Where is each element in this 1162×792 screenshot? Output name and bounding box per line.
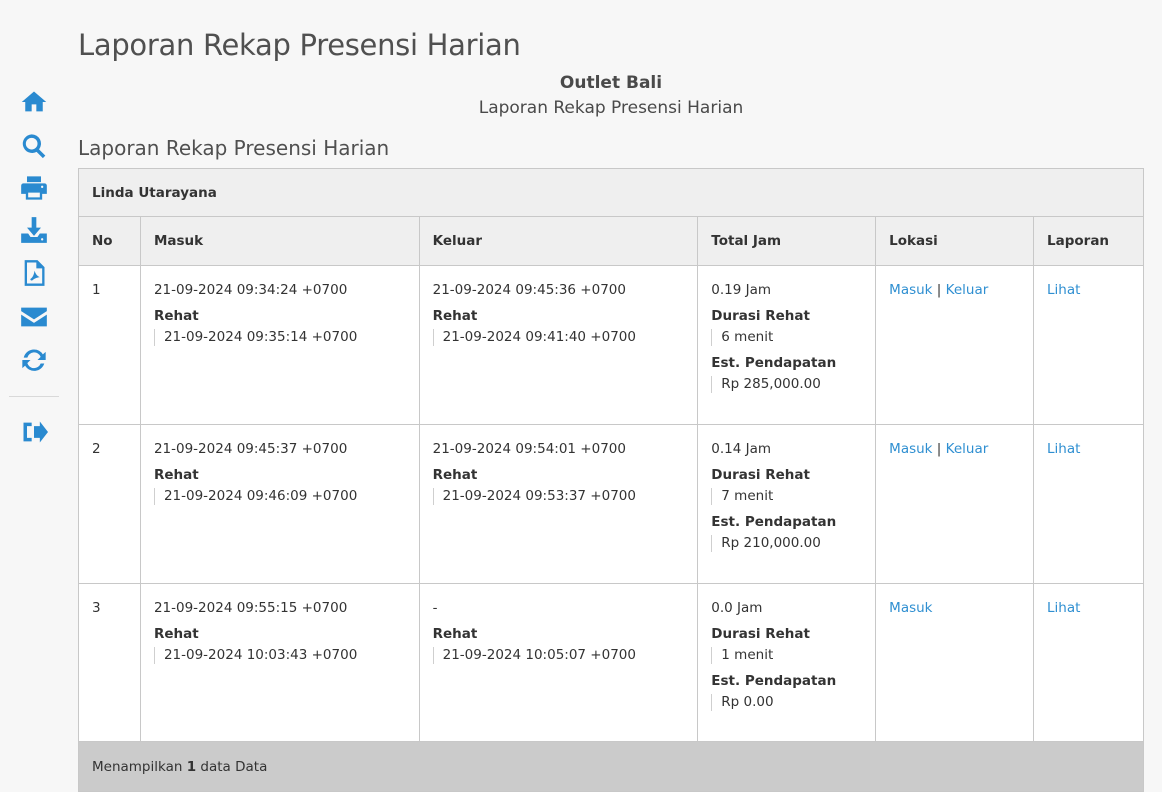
keluar-time: - bbox=[432, 600, 438, 616]
sidebar-divider bbox=[9, 396, 59, 397]
col-header-masuk: Masuk bbox=[139, 216, 420, 266]
keluar-rehat-time: 21-09-2024 09:53:37 +0700 bbox=[432, 488, 698, 505]
est-pendapatan-label: Est. Pendapatan bbox=[711, 673, 837, 689]
table-row: 1 21-09-2024 09:34:24 +0700 Rehat 21-09-… bbox=[78, 265, 1144, 425]
outlet-name: Outlet Bali bbox=[559, 73, 663, 93]
est-pendapatan-label: Est. Pendapatan bbox=[711, 514, 837, 530]
est-pendapatan-value: Rp 210,000.00 bbox=[711, 535, 875, 552]
home-icon[interactable] bbox=[19, 87, 49, 117]
row-no: 2 bbox=[92, 441, 101, 457]
masuk-time: 21-09-2024 09:55:15 +0700 bbox=[153, 600, 348, 616]
durasi-rehat-value: 7 menit bbox=[711, 488, 875, 505]
durasi-rehat-value: 6 menit bbox=[711, 329, 875, 346]
pdf-icon[interactable] bbox=[19, 258, 49, 288]
durasi-rehat-label: Durasi Rehat bbox=[711, 626, 810, 642]
table-footer: Menampilkan 1 data Data bbox=[78, 741, 1144, 792]
col-header-no: No bbox=[78, 216, 141, 266]
rehat-label: Rehat bbox=[153, 467, 199, 483]
download-icon[interactable] bbox=[19, 215, 49, 245]
rehat-label: Rehat bbox=[432, 467, 478, 483]
rehat-label: Rehat bbox=[153, 626, 199, 642]
lokasi-separator: | bbox=[936, 282, 942, 298]
lokasi-masuk-link[interactable]: Masuk bbox=[889, 441, 932, 457]
rehat-label: Rehat bbox=[153, 308, 199, 324]
print-icon[interactable] bbox=[19, 173, 49, 203]
lihat-link[interactable]: Lihat bbox=[1047, 600, 1080, 616]
col-header-keluar: Keluar bbox=[418, 216, 699, 266]
table-row: 3 21-09-2024 09:55:15 +0700 Rehat 21-09-… bbox=[78, 583, 1144, 742]
search-icon[interactable] bbox=[19, 131, 49, 161]
email-icon[interactable] bbox=[19, 302, 49, 332]
refresh-icon[interactable] bbox=[19, 345, 49, 375]
row-no: 1 bbox=[92, 282, 101, 298]
total-jam: 0.14 Jam bbox=[711, 441, 772, 457]
lokasi-keluar-link[interactable]: Keluar bbox=[946, 441, 989, 457]
keluar-rehat-time: 21-09-2024 09:41:40 +0700 bbox=[432, 329, 698, 346]
col-header-total-jam: Total Jam bbox=[697, 216, 877, 266]
durasi-rehat-label: Durasi Rehat bbox=[711, 467, 810, 483]
keluar-rehat-time: 21-09-2024 10:05:07 +0700 bbox=[432, 647, 698, 664]
row-no: 3 bbox=[92, 600, 101, 616]
masuk-time: 21-09-2024 09:34:24 +0700 bbox=[153, 282, 348, 298]
durasi-rehat-label: Durasi Rehat bbox=[711, 308, 810, 324]
total-jam: 0.0 Jam bbox=[711, 600, 763, 616]
lokasi-keluar-link[interactable]: Keluar bbox=[946, 282, 989, 298]
sidebar bbox=[0, 0, 68, 761]
est-pendapatan-value: Rp 0.00 bbox=[711, 694, 875, 711]
masuk-rehat-time: 21-09-2024 09:35:14 +0700 bbox=[153, 329, 419, 346]
col-header-laporan: Laporan bbox=[1033, 216, 1144, 266]
masuk-rehat-time: 21-09-2024 10:03:43 +0700 bbox=[153, 647, 419, 664]
lokasi-separator: | bbox=[936, 441, 942, 457]
masuk-time: 21-09-2024 09:45:37 +0700 bbox=[153, 441, 348, 457]
lihat-link[interactable]: Lihat bbox=[1047, 441, 1080, 457]
employee-name: Linda Utarayana bbox=[78, 168, 1144, 217]
est-pendapatan-label: Est. Pendapatan bbox=[711, 355, 837, 371]
masuk-rehat-time: 21-09-2024 09:46:09 +0700 bbox=[153, 488, 419, 505]
rehat-label: Rehat bbox=[432, 308, 478, 324]
est-pendapatan-value: Rp 285,000.00 bbox=[711, 376, 875, 393]
lokasi-masuk-link[interactable]: Masuk bbox=[889, 282, 932, 298]
section-title: Laporan Rekap Presensi Harian bbox=[78, 136, 390, 160]
keluar-time: 21-09-2024 09:54:01 +0700 bbox=[432, 441, 626, 457]
attendance-table: Linda Utarayana No Masuk Keluar Total Ja… bbox=[78, 168, 1144, 792]
col-header-lokasi: Lokasi bbox=[875, 216, 1035, 266]
lihat-link[interactable]: Lihat bbox=[1047, 282, 1080, 298]
durasi-rehat-value: 1 menit bbox=[711, 647, 875, 664]
lokasi-masuk-link[interactable]: Masuk bbox=[889, 600, 932, 616]
table-row: 2 21-09-2024 09:45:37 +0700 Rehat 21-09-… bbox=[78, 424, 1144, 584]
keluar-time: 21-09-2024 09:45:36 +0700 bbox=[432, 282, 626, 298]
rehat-label: Rehat bbox=[432, 626, 478, 642]
total-jam: 0.19 Jam bbox=[711, 282, 772, 298]
page-title: Laporan Rekap Presensi Harian bbox=[78, 28, 521, 62]
report-subtitle: Laporan Rekap Presensi Harian bbox=[478, 98, 744, 118]
logout-icon[interactable] bbox=[19, 417, 49, 447]
